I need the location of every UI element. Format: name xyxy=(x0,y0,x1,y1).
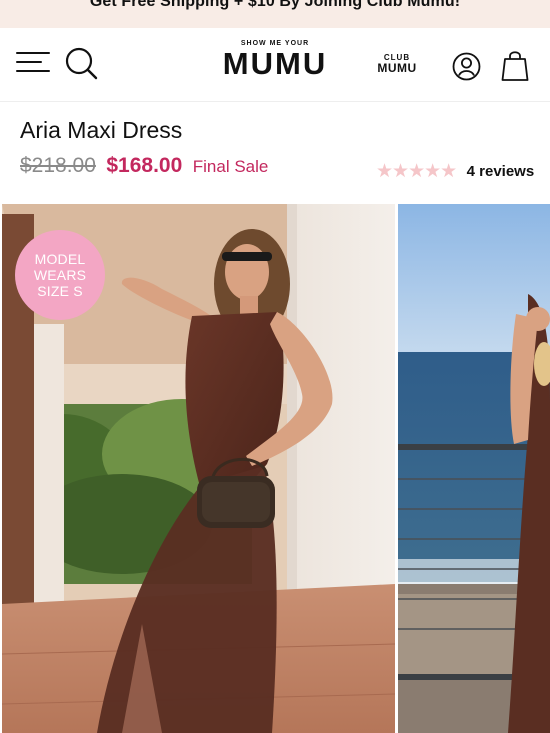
site-header: SHOW ME YOUR MUMU CLUB MUMU xyxy=(0,28,550,102)
product-rating[interactable]: ★★★★★ 4 reviews xyxy=(376,160,535,182)
price-row: $218.00 $168.00 Final Sale xyxy=(20,154,268,184)
badge-line-1: MODEL xyxy=(34,251,86,267)
brand-logo[interactable]: SHOW ME YOUR MUMU xyxy=(215,40,335,84)
promo-text[interactable]: Get Free Shipping + $10 By Joining Club … xyxy=(0,0,550,11)
ocean-photo-illustration xyxy=(398,204,550,733)
product-image-secondary[interactable] xyxy=(398,204,550,733)
club-label-big: MUMU xyxy=(377,61,417,75)
final-sale-label: Final Sale xyxy=(192,157,269,176)
club-mumu-link[interactable]: CLUB MUMU xyxy=(374,53,420,75)
star-rating-icon: ★★★★★ xyxy=(376,161,457,182)
search-icon[interactable] xyxy=(64,46,98,80)
product-image-main[interactable]: MODEL WEARS SIZE S xyxy=(2,204,395,733)
reviews-link[interactable]: 4 reviews xyxy=(467,163,535,180)
model-size-badge: MODEL WEARS SIZE S xyxy=(15,230,105,320)
logo-wordmark: MUMU xyxy=(222,46,328,81)
account-icon[interactable] xyxy=(452,52,481,81)
original-price: $218.00 xyxy=(20,154,96,177)
promo-bar[interactable]: Get Free Shipping + $10 By Joining Club … xyxy=(0,0,550,28)
badge-line-2: WEARS xyxy=(33,267,87,283)
menu-icon[interactable] xyxy=(16,50,50,78)
product-title: Aria Maxi Dress xyxy=(20,117,183,143)
badge-line-3: SIZE S xyxy=(37,283,83,299)
sale-price: $168.00 xyxy=(106,154,183,177)
bag-icon[interactable] xyxy=(501,49,529,82)
product-gallery[interactable]: MODEL WEARS SIZE S xyxy=(0,204,550,733)
